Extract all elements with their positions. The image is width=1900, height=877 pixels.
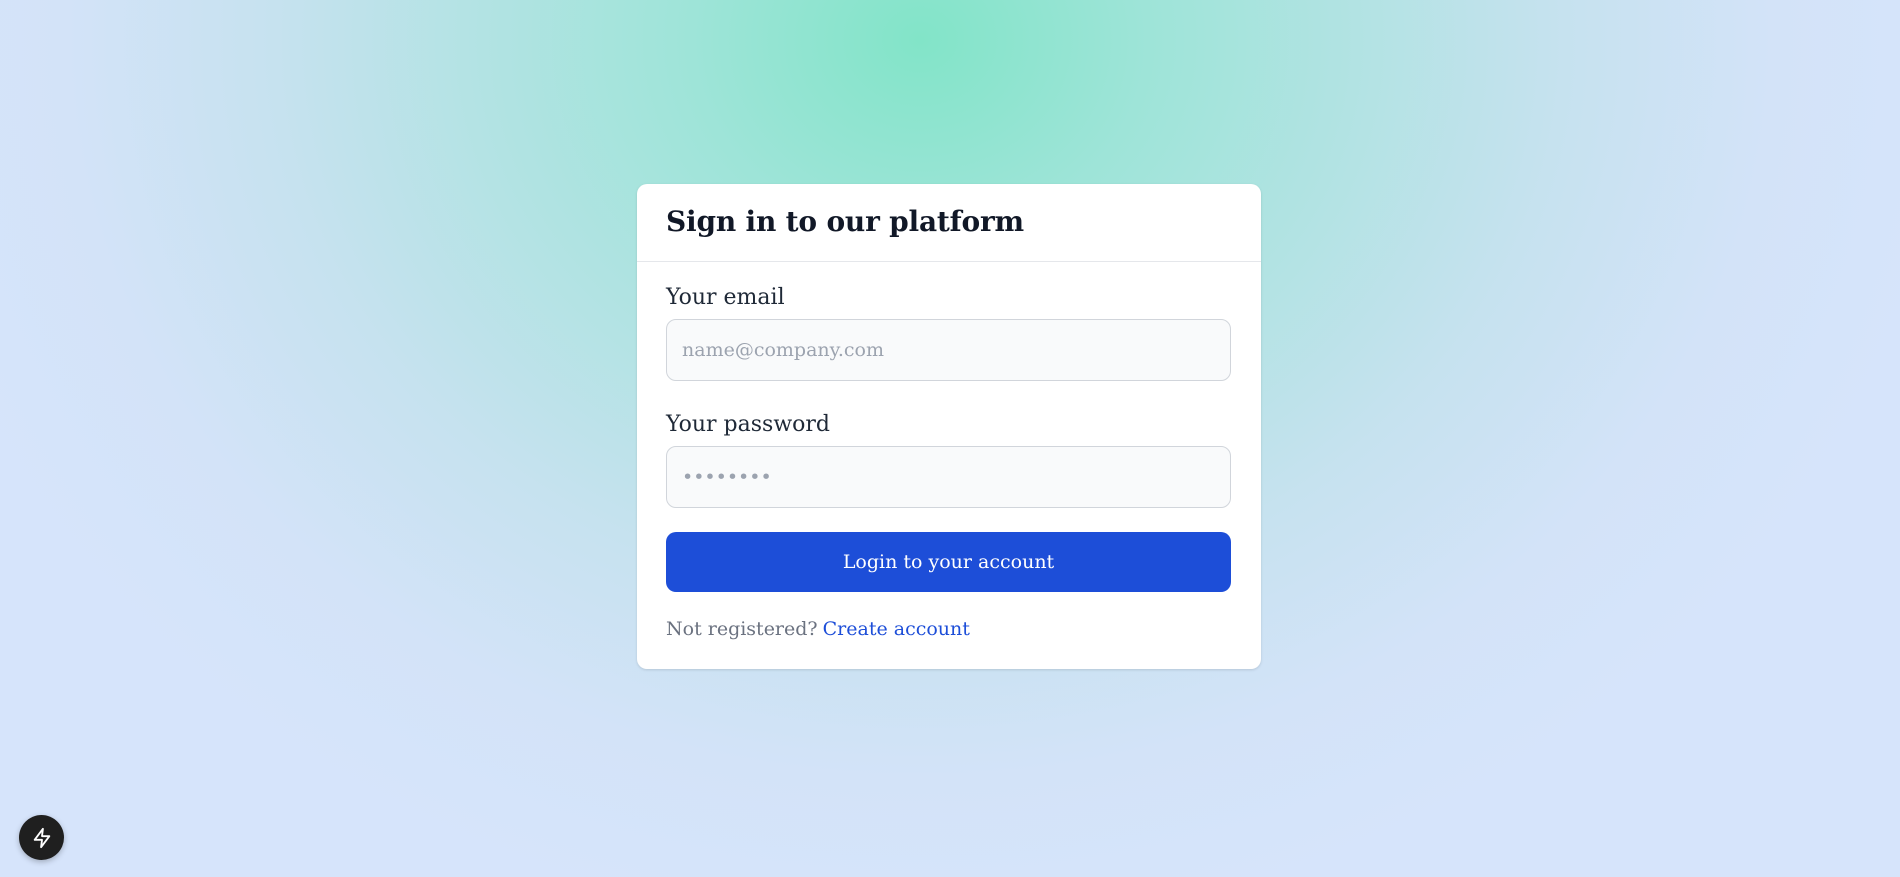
password-field-group: Your password <box>666 412 1232 508</box>
lightning-bolt-icon <box>31 827 53 849</box>
login-button[interactable]: Login to your account <box>666 532 1231 592</box>
floating-action-button[interactable] <box>19 815 64 860</box>
page-title: Sign in to our platform <box>666 205 1024 238</box>
register-row: Not registered? Create account <box>666 618 1232 640</box>
password-label: Your password <box>666 412 830 437</box>
create-account-link[interactable]: Create account <box>823 618 970 640</box>
email-field[interactable] <box>666 319 1231 381</box>
email-field-group: Your email <box>666 285 1232 381</box>
card-header: Sign in to our platform <box>637 184 1261 262</box>
signin-card: Sign in to our platform Your email Your … <box>637 184 1261 669</box>
register-prompt: Not registered? <box>666 618 818 640</box>
signin-form: Your email Your password Login to your a… <box>637 262 1261 640</box>
password-field[interactable] <box>666 446 1231 508</box>
email-label: Your email <box>666 285 785 310</box>
